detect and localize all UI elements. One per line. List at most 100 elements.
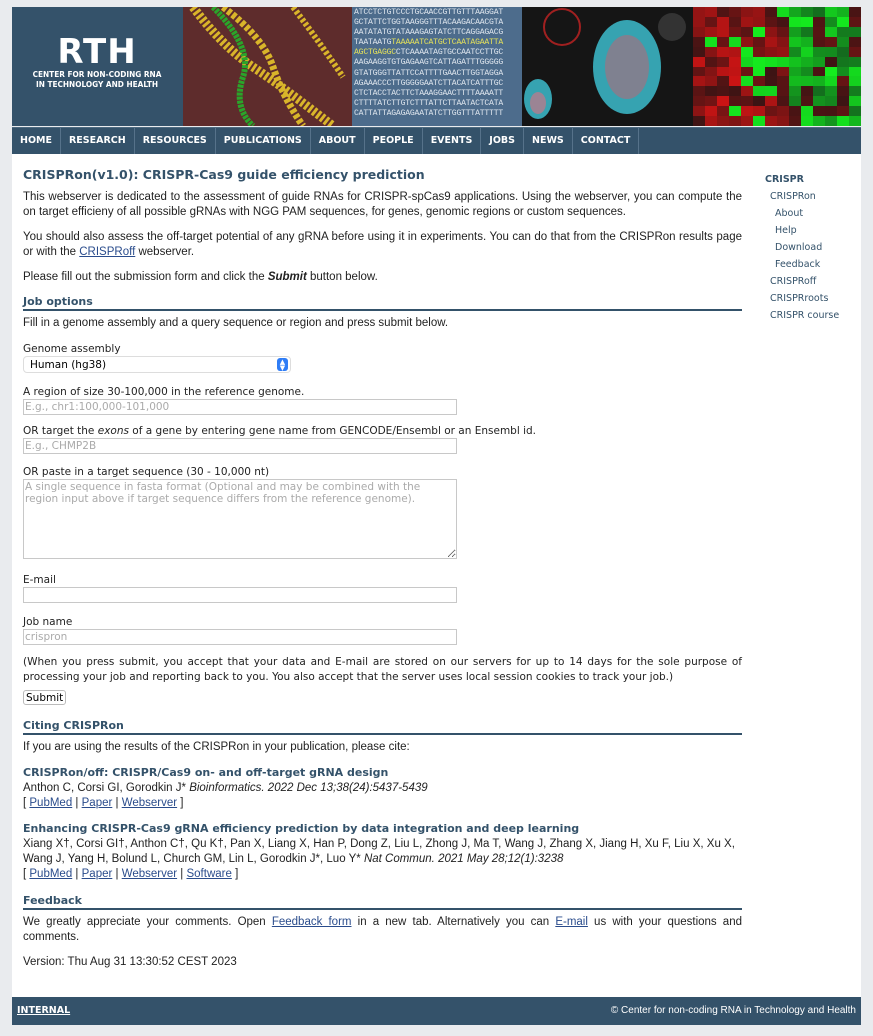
webserver-link[interactable]: Webserver <box>122 868 177 880</box>
heatmap-cell <box>765 7 777 17</box>
genome-assembly-select[interactable]: Human (hg38) <box>23 356 291 373</box>
heatmap-cell <box>717 56 729 67</box>
heatmap-cell <box>849 56 861 67</box>
nav-people[interactable]: PEOPLE <box>365 128 423 154</box>
feedback-form-link[interactable]: Feedback form <box>272 916 352 928</box>
heatmap-cell <box>729 106 741 117</box>
pubmed-link[interactable]: PubMed <box>29 797 72 809</box>
nav-contact[interactable]: CONTACT <box>573 128 640 154</box>
heatmap-cell <box>753 76 765 87</box>
submission-form: Genome assembly Human (hg38) ▲ ▼ A region… <box>23 342 742 705</box>
heatmap-cell <box>813 76 825 87</box>
heatmap-cell <box>777 46 789 57</box>
text: We greatly appreciate your comments. Ope… <box>23 916 272 928</box>
nav-publications[interactable]: PUBLICATIONS <box>216 128 311 154</box>
heatmap-cell <box>753 96 765 107</box>
region-label: A region of size 30-100,000 in the refer… <box>23 386 305 398</box>
heatmap-cell <box>789 46 801 57</box>
reference-title: Enhancing CRISPR-Cas9 gRNA efficiency pr… <box>23 822 580 835</box>
dna-sequence-image: ATCCTCTGTCCCTGCAACCGTTGTTTAAGGAT GCTATTCT… <box>352 7 522 126</box>
heatmap-cell <box>801 16 813 27</box>
nav-about[interactable]: ABOUT <box>311 128 365 154</box>
heatmap-cell <box>765 106 777 117</box>
sidebar-link-crisprroots[interactable]: CRISPRroots <box>770 293 828 304</box>
sidebar-link-crispr-course[interactable]: CRISPR course <box>770 310 839 321</box>
heatmap-cell <box>849 36 861 47</box>
sequence-line: AAGAAGGTGTGAGAAGTCATTAGATTTGGGGG <box>354 58 504 68</box>
heatmap-cell <box>789 16 801 27</box>
sidebar-item: Download <box>765 239 855 256</box>
nav-events[interactable]: EVENTS <box>423 128 482 154</box>
paper-link[interactable]: Paper <box>82 868 113 880</box>
sidebar-link-download[interactable]: Download <box>775 242 822 253</box>
heatmap-cell <box>813 7 825 17</box>
pubmed-link[interactable]: PubMed <box>29 868 72 880</box>
sequence-line: AGCTGAGGCCTCAAAATAGTGCCAATCCTTGC <box>354 48 504 58</box>
heatmap-cell <box>837 106 849 117</box>
heatmap-cell <box>777 96 789 107</box>
heatmap-cell <box>717 86 729 97</box>
nav-news[interactable]: NEWS <box>524 128 573 154</box>
heatmap-cell <box>693 76 705 87</box>
heatmap-cell <box>825 7 837 17</box>
sequence-line: CTCTACCTACTTCTAAAGGAACTTTTAAAATT <box>354 88 504 98</box>
heatmap-cell <box>777 86 789 97</box>
heatmap-cell <box>693 46 705 57</box>
sequence-line: CTTTTATCTTGTCTTTATTCTTAATACTCATA <box>354 98 504 108</box>
region-input[interactable] <box>23 399 457 415</box>
heatmap-cell <box>825 36 837 47</box>
heatmap-cell <box>849 7 861 17</box>
rth-logo[interactable]: RTH CENTER FOR NON-CODING RNA IN TECHNOL… <box>12 7 182 126</box>
header-banner: RTH CENTER FOR NON-CODING RNA IN TECHNOL… <box>12 7 861 126</box>
heatmap-cell <box>693 7 705 17</box>
sidebar-link-about[interactable]: About <box>775 208 803 219</box>
heatmap-cell <box>705 106 717 117</box>
sidebar-link-crisproff[interactable]: CRISPRoff <box>770 276 816 287</box>
email-link[interactable]: E-mail <box>555 916 588 928</box>
sidebar-link-feedback[interactable]: Feedback <box>775 259 820 270</box>
heatmap-cell <box>693 116 705 126</box>
nav-research[interactable]: RESEARCH <box>61 128 135 154</box>
text: exons <box>97 425 129 437</box>
internal-link[interactable]: INTERNAL <box>17 1005 70 1016</box>
heatmap-cell <box>837 86 849 97</box>
heatmap-cell <box>801 86 813 97</box>
email-input[interactable] <box>23 587 457 603</box>
submit-button[interactable]: Submit <box>23 690 67 705</box>
sidebar-link-crispron[interactable]: CRISPRon <box>770 191 816 202</box>
sidebar-item: Help <box>765 222 855 239</box>
heatmap-cell <box>777 106 789 117</box>
heatmap-cell <box>765 76 777 87</box>
heatmap-cell <box>729 116 741 126</box>
reference-links: [ PubMed | Paper | Webserver ] <box>23 797 184 809</box>
heatmap-cell <box>765 116 777 126</box>
heatmap-cell <box>837 96 849 107</box>
software-link[interactable]: Software <box>186 868 231 880</box>
journal: Nat Commun. 2021 May 28;12(1):3238 <box>363 853 564 865</box>
webserver-link[interactable]: Webserver <box>122 797 177 809</box>
nav-home[interactable]: HOME <box>12 128 61 154</box>
heatmap-cell <box>729 66 741 77</box>
submit-emphasis: Submit <box>267 271 307 283</box>
text: OR target the <box>23 425 98 437</box>
heatmap-cell <box>837 26 849 37</box>
journal: Bioinformatics. 2022 Dec 13;38(24):5437-… <box>189 782 428 794</box>
content-area: CRISPRon(v1.0): CRISPR-Cas9 guide effici… <box>12 154 861 997</box>
heatmap-cell <box>741 116 753 126</box>
nav-jobs[interactable]: JOBS <box>481 128 524 154</box>
heatmap-cell <box>705 116 717 126</box>
sidebar-link-help[interactable]: Help <box>775 225 797 236</box>
heatmap-cell <box>693 86 705 97</box>
crisproff-link[interactable]: CRISPRoff <box>79 246 135 258</box>
heatmap-cell <box>717 116 729 126</box>
heatmap-cell <box>705 56 717 67</box>
job-name-input[interactable] <box>23 629 457 645</box>
sequence-textarea[interactable] <box>23 479 457 559</box>
heatmap-cell <box>789 86 801 97</box>
heatmap-cell <box>813 116 825 126</box>
nav-resources[interactable]: RESOURCES <box>135 128 216 154</box>
paper-link[interactable]: Paper <box>82 797 113 809</box>
heatmap-cell <box>777 16 789 27</box>
heatmap-cell <box>789 106 801 117</box>
gene-input[interactable] <box>23 438 457 454</box>
